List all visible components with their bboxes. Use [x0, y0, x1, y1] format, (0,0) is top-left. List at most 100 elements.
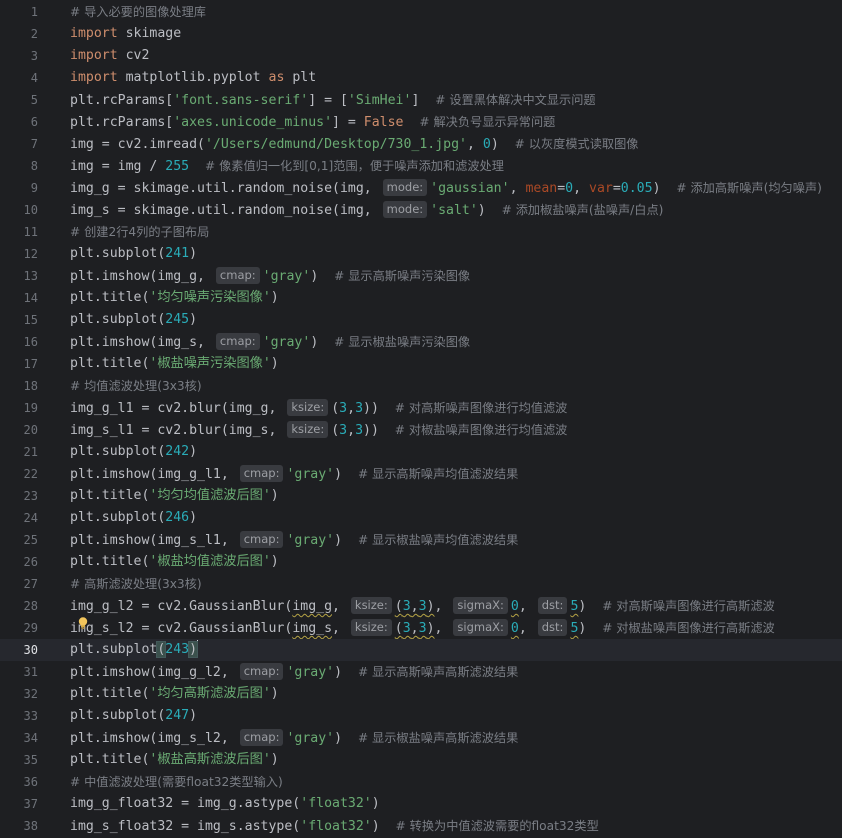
code-text[interactable]: import matplotlib.pyplot as plt [70, 67, 316, 89]
code-line[interactable]: 12 plt.subplot(241) [0, 243, 842, 265]
parameter-hint: sigmaX: [453, 619, 508, 636]
code-line[interactable]: 4 import matplotlib.pyplot as plt [0, 67, 842, 89]
code-text[interactable]: plt.imshow(img_s_l2, cmap:'gray') # 显示椒盐… [70, 727, 518, 750]
comment: # 对高斯噪声图像进行高斯滤波 [602, 599, 775, 613]
code-line[interactable]: 9 img_g = skimage.util.random_noise(img, … [0, 177, 842, 199]
code-line[interactable]: 29 img_s_l2 = cv2.GaussianBlur(img_s, ksi… [0, 617, 842, 639]
code-line[interactable]: 25 plt.imshow(img_s_l1, cmap:'gray') # 显示… [0, 529, 842, 551]
comment: # 添加椒盐噪声(盐噪声/白点) [501, 203, 664, 217]
line-number: 20 [23, 423, 38, 437]
code-line[interactable]: 15 plt.subplot(245) [0, 309, 842, 331]
code-text[interactable]: plt.imshow(img_g_l2, cmap:'gray') # 显示高斯… [70, 661, 518, 684]
line-number: 30 [23, 643, 38, 657]
code-text[interactable]: plt.title('椒盐高斯滤波后图') [70, 749, 279, 771]
code-text[interactable]: plt.subplot(243) [70, 639, 199, 661]
comment: # 对椒盐噪声图像进行高斯滤波 [602, 621, 775, 635]
line-number: 10 [23, 203, 38, 217]
code-text[interactable]: img_g_float32 = img_g.astype('float32') [70, 793, 380, 815]
comment: # 添加高斯噪声(均匀噪声) [676, 181, 822, 195]
code-text[interactable]: plt.rcParams['axes.unicode_minus'] = Fal… [70, 111, 555, 134]
parameter-hint: sigmaX: [453, 597, 508, 614]
code-line[interactable]: 6 plt.rcParams['axes.unicode_minus'] = Fa… [0, 111, 842, 133]
code-line[interactable]: 21 plt.subplot(242) [0, 441, 842, 463]
code-line[interactable]: 5 plt.rcParams['font.sans-serif'] = ['Sim… [0, 89, 842, 111]
code-line[interactable]: 36 # 中值滤波处理(需要float32类型输入) [0, 771, 842, 793]
code-text[interactable]: img_g_l2 = cv2.GaussianBlur(img_g, ksize… [70, 595, 775, 618]
code-line[interactable]: 34 plt.imshow(img_s_l2, cmap:'gray') # 显示… [0, 727, 842, 749]
code-line[interactable]: 35 plt.title('椒盐高斯滤波后图') [0, 749, 842, 771]
code-text[interactable]: img_s_l1 = cv2.blur(img_s, ksize: (3,3)) … [70, 419, 567, 442]
code-text[interactable]: plt.subplot(245) [70, 309, 197, 331]
code-line[interactable]: 18 # 均值滤波处理(3x3核) [0, 375, 842, 397]
code-text[interactable]: plt.subplot(241) [70, 243, 197, 265]
code-line[interactable]: 11 # 创建2行4列的子图布局 [0, 221, 842, 243]
code-text[interactable]: img_s = skimage.util.random_noise(img, m… [70, 199, 663, 222]
code-text[interactable]: img = cv2.imread('/Users/edmund/Desktop/… [70, 133, 638, 156]
code-text[interactable]: plt.subplot(242) [70, 441, 197, 463]
code-text[interactable]: # 高斯滤波处理(3x3核) [70, 573, 202, 596]
code-line[interactable]: 2 import skimage [0, 23, 842, 45]
code-text[interactable]: # 均值滤波处理(3x3核) [70, 375, 202, 398]
code-line[interactable]: 38 img_s_float32 = img_s.astype('float32'… [0, 815, 842, 837]
line-number: 6 [30, 115, 38, 129]
code-text[interactable]: img_s_float32 = img_s.astype('float32') … [70, 815, 599, 838]
comment: # 设置黑体解决中文显示问题 [435, 93, 596, 107]
code-line[interactable]: 20 img_s_l1 = cv2.blur(img_s, ksize: (3,3)… [0, 419, 842, 441]
code-line[interactable]: 27 # 高斯滤波处理(3x3核) [0, 573, 842, 595]
comment: # 均值滤波处理(3x3核) [70, 379, 202, 393]
code-text[interactable]: plt.title('均匀噪声污染图像') [70, 287, 279, 309]
code-line[interactable]: 14 plt.title('均匀噪声污染图像') [0, 287, 842, 309]
code-line[interactable]: 37 img_g_float32 = img_g.astype('float32'… [0, 793, 842, 815]
code-line[interactable]: 8 img = img / 255 # 像素值归一化到[0,1]范围，便于噪声添加… [0, 155, 842, 177]
code-text[interactable]: plt.title('均匀高斯滤波后图') [70, 683, 279, 705]
code-text[interactable]: plt.imshow(img_s, cmap:'gray') # 显示椒盐噪声污… [70, 331, 470, 354]
code-text[interactable]: plt.rcParams['font.sans-serif'] = ['SimH… [70, 89, 596, 112]
code-line[interactable]: 19 img_g_l1 = cv2.blur(img_g, ksize: (3,3)… [0, 397, 842, 419]
line-number: 11 [23, 225, 38, 239]
line-number: 4 [30, 71, 38, 85]
code-text[interactable]: plt.title('均匀均值滤波后图') [70, 485, 279, 507]
code-text[interactable]: import cv2 [70, 45, 149, 67]
code-text[interactable]: plt.imshow(img_g_l1, cmap:'gray') # 显示高斯… [70, 463, 518, 486]
code-line[interactable]: 24 plt.subplot(246) [0, 507, 842, 529]
code-text[interactable]: # 导入必要的图像处理库 [70, 1, 206, 24]
code-line[interactable]: 7 img = cv2.imread('/Users/edmund/Desktop… [0, 133, 842, 155]
code-text[interactable]: img_g = skimage.util.random_noise(img, m… [70, 177, 822, 200]
code-line[interactable]: 1 # 导入必要的图像处理库 [0, 1, 842, 23]
code-text[interactable]: # 创建2行4列的子图布局 [70, 221, 209, 244]
code-text[interactable]: img_s_l2 = cv2.GaussianBlur(img_s, ksize… [70, 617, 775, 640]
line-number: 32 [23, 687, 38, 701]
code-line[interactable]: 30 plt.subplot(243) [0, 639, 842, 661]
comment: # 高斯滤波处理(3x3核) [70, 577, 202, 591]
code-text[interactable]: plt.title('椒盐均值滤波后图') [70, 551, 279, 573]
code-line[interactable]: 26 plt.title('椒盐均值滤波后图') [0, 551, 842, 573]
code-line[interactable]: 28 img_g_l2 = cv2.GaussianBlur(img_g, ksi… [0, 595, 842, 617]
code-line[interactable]: 33 plt.subplot(247) [0, 705, 842, 727]
code-text[interactable]: img = img / 255 # 像素值归一化到[0,1]范围，便于噪声添加和… [70, 155, 504, 178]
code-line[interactable]: 3 import cv2 [0, 45, 842, 67]
line-number: 23 [23, 489, 38, 503]
code-text[interactable]: # 中值滤波处理(需要float32类型输入) [70, 771, 283, 794]
line-number: 36 [23, 775, 38, 789]
code-text[interactable]: import skimage [70, 23, 181, 45]
line-number: 14 [23, 291, 38, 305]
line-number: 37 [23, 797, 38, 811]
lightbulb-icon[interactable] [76, 616, 90, 630]
code-line[interactable]: 10 img_s = skimage.util.random_noise(img,… [0, 199, 842, 221]
code-editor[interactable]: 1 # 导入必要的图像处理库 2 import skimage 3 import cv2 4… [0, 0, 842, 836]
code-line[interactable]: 13 plt.imshow(img_g, cmap:'gray') # 显示高斯噪… [0, 265, 842, 287]
code-text[interactable]: plt.imshow(img_s_l1, cmap:'gray') # 显示椒盐… [70, 529, 518, 552]
code-line[interactable]: 31 plt.imshow(img_g_l2, cmap:'gray') # 显示… [0, 661, 842, 683]
code-text[interactable]: plt.subplot(246) [70, 507, 197, 529]
code-line[interactable]: 22 plt.imshow(img_g_l1, cmap:'gray') # 显示… [0, 463, 842, 485]
code-line[interactable]: 16 plt.imshow(img_s, cmap:'gray') # 显示椒盐噪… [0, 331, 842, 353]
code-text[interactable]: plt.imshow(img_g, cmap:'gray') # 显示高斯噪声污… [70, 265, 470, 288]
code-text[interactable]: plt.title('椒盐噪声污染图像') [70, 353, 279, 375]
code-line[interactable]: 23 plt.title('均匀均值滤波后图') [0, 485, 842, 507]
code-text[interactable]: img_g_l1 = cv2.blur(img_g, ksize: (3,3)) … [70, 397, 567, 420]
code-line[interactable]: 32 plt.title('均匀高斯滤波后图') [0, 683, 842, 705]
comment: # 显示椒盐噪声高斯滤波结果 [357, 731, 519, 745]
code-text[interactable]: plt.subplot(247) [70, 705, 197, 727]
parameter-hint: ksize: [350, 597, 392, 614]
code-line[interactable]: 17 plt.title('椒盐噪声污染图像') [0, 353, 842, 375]
